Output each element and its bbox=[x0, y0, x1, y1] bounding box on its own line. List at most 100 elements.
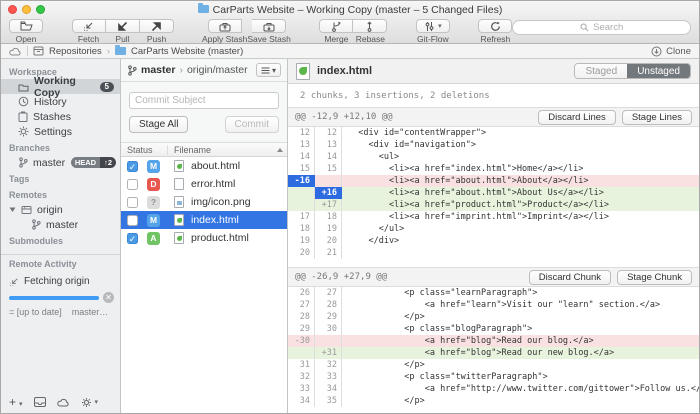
old-line-number[interactable]: 34 bbox=[288, 395, 315, 407]
sidebar-item-history[interactable]: History bbox=[1, 94, 120, 109]
old-line-number[interactable]: 17 bbox=[288, 211, 315, 223]
diff-line[interactable]: 1515 <li><a href="index.html">Home</a></… bbox=[288, 163, 699, 175]
stage-button[interactable]: Stage Lines bbox=[622, 110, 692, 125]
current-branch-label[interactable]: master bbox=[141, 64, 175, 76]
diff-line[interactable]: 3334 <a href="http://www.twitter.com/git… bbox=[288, 383, 699, 395]
upstream-branch-label[interactable]: origin/master bbox=[187, 64, 248, 76]
old-line-number[interactable]: 20 bbox=[288, 247, 315, 259]
sidebar-item-remote-master[interactable]: master bbox=[1, 217, 120, 232]
diff-line[interactable]: +31 <a href="blog">Read our new blog.</a… bbox=[288, 347, 699, 359]
old-line-number[interactable]: 18 bbox=[288, 223, 315, 235]
diff-line[interactable]: 2829 </p> bbox=[288, 311, 699, 323]
diff-line[interactable]: 1414 <ul> bbox=[288, 151, 699, 163]
new-line-number[interactable]: 35 bbox=[315, 395, 342, 407]
new-line-number[interactable]: 28 bbox=[315, 299, 342, 311]
old-line-number[interactable]: 31 bbox=[288, 359, 315, 371]
discard-button[interactable]: Discard Lines bbox=[538, 110, 616, 125]
new-line-number[interactable]: 21 bbox=[315, 247, 342, 259]
old-line-number[interactable]: 14 bbox=[288, 151, 315, 163]
commit-subject-input[interactable] bbox=[129, 92, 279, 109]
rebase-button[interactable]: Rebase bbox=[353, 19, 387, 44]
file-row[interactable]: Mindex.html bbox=[121, 211, 287, 229]
file-checkbox[interactable] bbox=[127, 215, 138, 226]
file-row[interactable]: Derror.html bbox=[121, 175, 287, 193]
apply-stash-button[interactable]: Apply Stash bbox=[202, 19, 247, 44]
file-row[interactable]: ✓Mabout.html bbox=[121, 157, 287, 175]
sidebar-item-settings[interactable]: Settings bbox=[1, 124, 120, 139]
new-line-number[interactable]: 32 bbox=[315, 359, 342, 371]
diff-line[interactable]: 2930 <p class="blogParagraph"> bbox=[288, 323, 699, 335]
diff-line[interactable]: +16 <li><a href="about.html">About Us</a… bbox=[288, 187, 699, 199]
new-line-number[interactable] bbox=[315, 335, 342, 347]
old-line-number[interactable]: 32 bbox=[288, 371, 315, 383]
diff-line[interactable]: 1920 </div> bbox=[288, 235, 699, 247]
merge-button[interactable]: Merge bbox=[319, 19, 353, 44]
old-line-number[interactable]: 15 bbox=[288, 163, 315, 175]
disclosure-triangle-icon[interactable] bbox=[9, 206, 16, 213]
old-line-number[interactable]: 33 bbox=[288, 383, 315, 395]
search-input[interactable]: Search bbox=[512, 20, 691, 35]
file-row[interactable]: ?img/icon.png bbox=[121, 193, 287, 211]
cancel-fetch-button[interactable]: ✕ bbox=[103, 292, 114, 303]
new-line-number[interactable]: 15 bbox=[315, 163, 342, 175]
diff-line[interactable]: 1718 <li><a href="imprint.html">Imprint<… bbox=[288, 211, 699, 223]
old-line-number[interactable]: 29 bbox=[288, 323, 315, 335]
fetch-button[interactable]: Fetch bbox=[72, 19, 106, 44]
old-line-number[interactable]: -30 bbox=[288, 335, 315, 347]
refresh-button[interactable]: Refresh bbox=[478, 19, 512, 44]
stage-button[interactable]: Stage Chunk bbox=[617, 270, 692, 285]
clone-button[interactable]: Clone bbox=[651, 46, 691, 57]
new-line-number[interactable]: 18 bbox=[315, 211, 342, 223]
file-row[interactable]: ✓Aproduct.html bbox=[121, 229, 287, 247]
new-line-number[interactable]: +17 bbox=[315, 199, 342, 211]
old-line-number[interactable]: 12 bbox=[288, 127, 315, 139]
inbox-icon[interactable] bbox=[34, 397, 46, 407]
diff-line[interactable]: 3435 </p> bbox=[288, 395, 699, 407]
save-stash-button[interactable]: Save Stash bbox=[247, 19, 290, 44]
open-button[interactable]: Open bbox=[9, 19, 43, 44]
old-line-number[interactable]: 26 bbox=[288, 287, 315, 299]
old-line-number[interactable] bbox=[288, 187, 315, 199]
list-options-button[interactable]: ▾ bbox=[256, 63, 281, 77]
new-line-number[interactable]: 14 bbox=[315, 151, 342, 163]
file-checkbox[interactable] bbox=[127, 179, 138, 190]
diff-line[interactable]: 3233 <p class="twitterParagraph"> bbox=[288, 371, 699, 383]
new-line-number[interactable]: 19 bbox=[315, 223, 342, 235]
breadcrumb-repositories[interactable]: Repositories bbox=[49, 46, 102, 57]
pull-button[interactable]: Pull bbox=[106, 19, 140, 44]
staged-segment[interactable]: Staged bbox=[575, 64, 627, 78]
new-line-number[interactable]: +16 bbox=[315, 187, 342, 199]
old-line-number[interactable]: -16 bbox=[288, 175, 315, 187]
breadcrumb-current-repo[interactable]: CarParts Website (master) bbox=[131, 46, 243, 57]
unstaged-segment[interactable]: Unstaged bbox=[627, 64, 690, 78]
actions-gear-button[interactable]: ▾ bbox=[81, 397, 99, 408]
old-line-number[interactable] bbox=[288, 347, 315, 359]
diff-line[interactable]: 2021 bbox=[288, 247, 699, 259]
file-checkbox[interactable]: ✓ bbox=[127, 161, 138, 172]
new-line-number[interactable]: 13 bbox=[315, 139, 342, 151]
old-line-number[interactable]: 28 bbox=[288, 311, 315, 323]
diff-line[interactable]: 1212 <div id="contentWrapper"> bbox=[288, 127, 699, 139]
new-line-number[interactable]: 12 bbox=[315, 127, 342, 139]
diff-line[interactable]: 3132 </p> bbox=[288, 359, 699, 371]
stage-all-button[interactable]: Stage All bbox=[129, 116, 188, 133]
diff-line[interactable]: 1313 <div id="navigation"> bbox=[288, 139, 699, 151]
commit-button[interactable]: Commit bbox=[225, 116, 279, 133]
sidebar-item-branch-master[interactable]: master HEAD↑2 bbox=[1, 155, 120, 170]
sidebar-item-stashes[interactable]: Stashes bbox=[1, 109, 120, 124]
file-checkbox[interactable] bbox=[127, 197, 138, 208]
new-line-number[interactable]: 27 bbox=[315, 287, 342, 299]
column-status[interactable]: Status bbox=[121, 145, 168, 155]
sidebar-item-working-copy[interactable]: Working Copy 5 bbox=[1, 79, 120, 94]
cloud-services-icon[interactable] bbox=[57, 398, 70, 407]
diff-line[interactable]: 2627 <p class="learnParagraph"> bbox=[288, 287, 699, 299]
new-line-number[interactable]: 34 bbox=[315, 383, 342, 395]
new-line-number[interactable]: 33 bbox=[315, 371, 342, 383]
sidebar-item-remote-origin[interactable]: origin bbox=[1, 202, 120, 217]
new-line-number[interactable]: +31 bbox=[315, 347, 342, 359]
old-line-number[interactable]: 19 bbox=[288, 235, 315, 247]
old-line-number[interactable] bbox=[288, 199, 315, 211]
new-line-number[interactable] bbox=[315, 175, 342, 187]
diff-line[interactable]: -30 <a href="blog">Read our blog.</a> bbox=[288, 335, 699, 347]
new-line-number[interactable]: 30 bbox=[315, 323, 342, 335]
